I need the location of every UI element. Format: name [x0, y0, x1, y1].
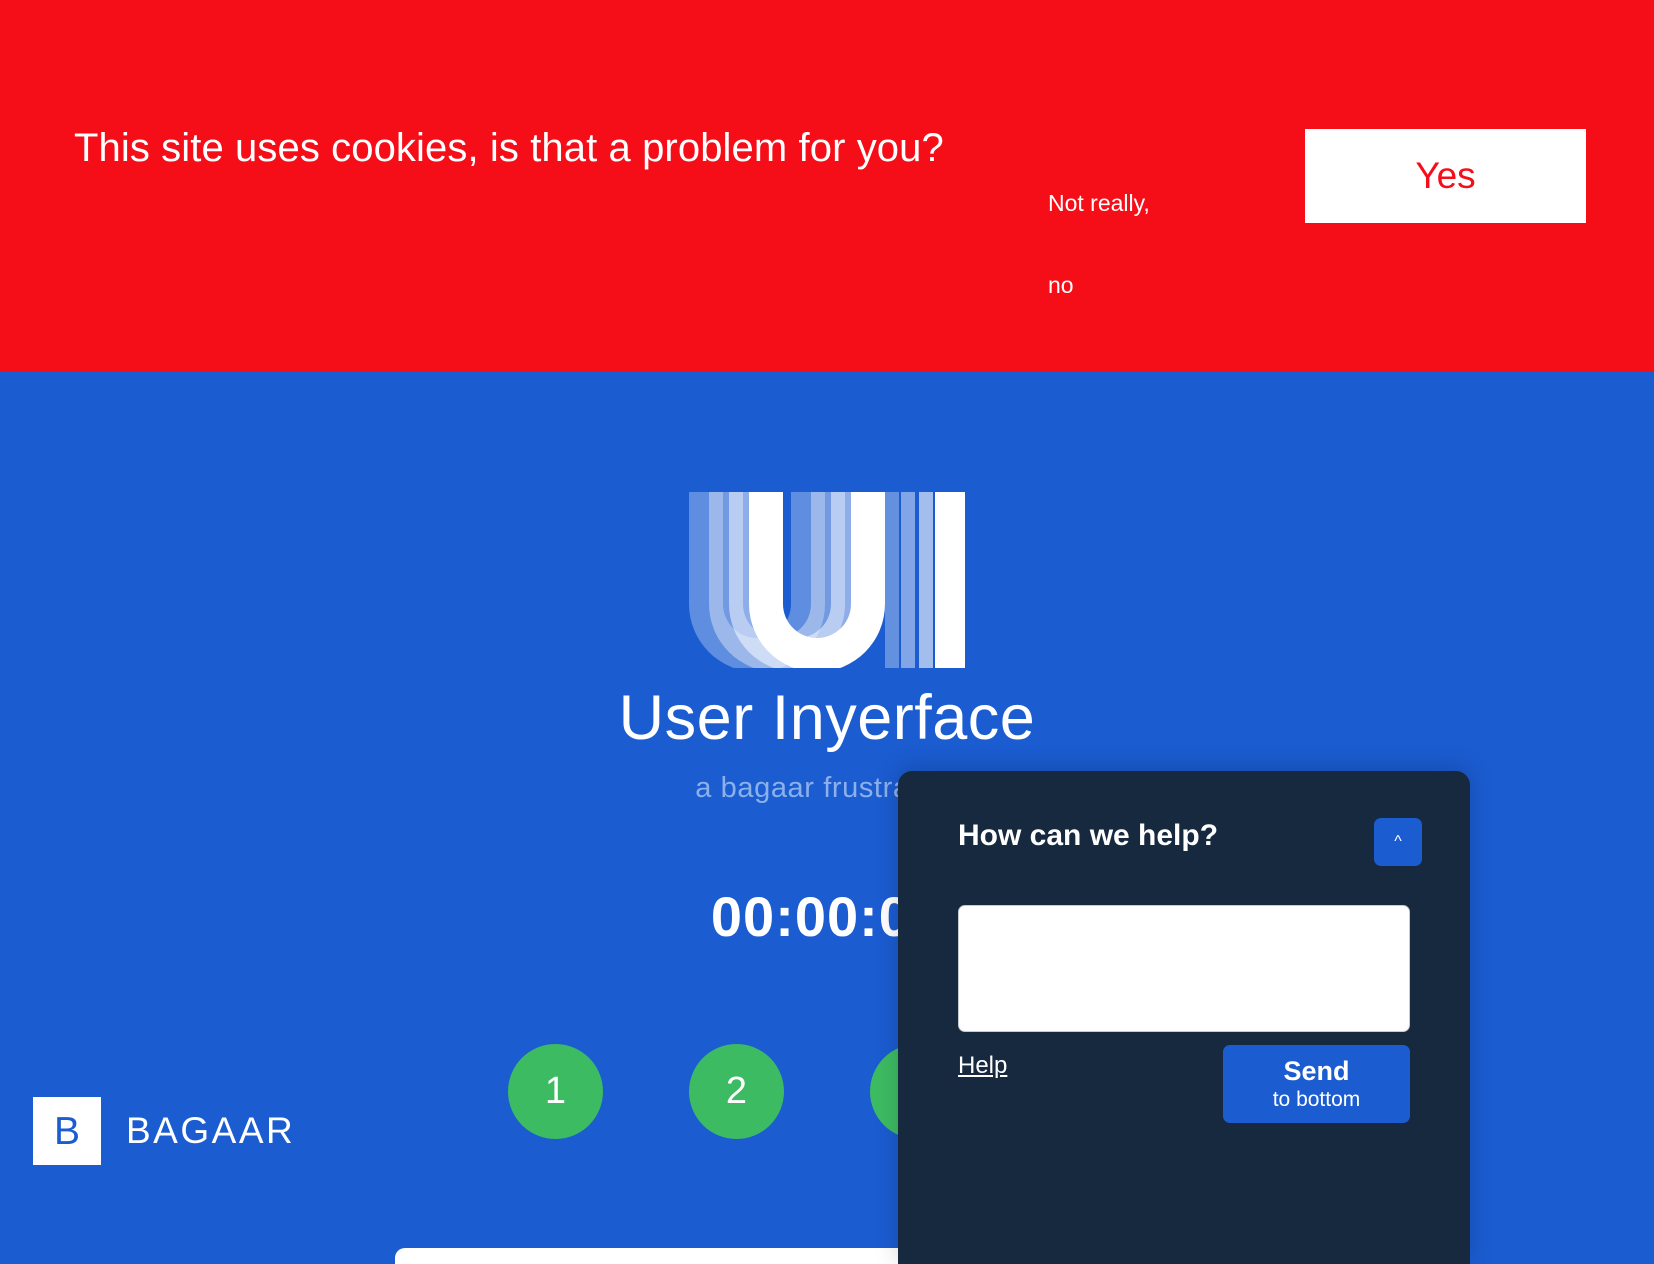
- page-root: This site uses cookies, is that a proble…: [0, 0, 1654, 1264]
- chat-widget-title: How can we help?: [958, 819, 1219, 852]
- chevron-up-icon[interactable]: ^: [1374, 818, 1422, 866]
- chat-help-link[interactable]: Help: [958, 1052, 1007, 1080]
- cookie-decline-link[interactable]: Not really, no: [1048, 162, 1228, 326]
- page-title: User Inyerface: [618, 683, 1036, 753]
- chat-widget-header: How can we help? ^: [898, 771, 1470, 891]
- chat-message-input[interactable]: [958, 905, 1410, 1032]
- bagaar-logo[interactable]: B BAGAAR: [33, 1097, 295, 1165]
- ui-logo-icon: [689, 492, 965, 668]
- bagaar-mark-icon: B: [33, 1097, 101, 1165]
- chat-send-label: Send: [1283, 1055, 1350, 1086]
- cookie-decline-line-1: Not really,: [1048, 190, 1150, 216]
- cookie-question-text: This site uses cookies, is that a proble…: [74, 126, 944, 170]
- cookie-decline-line-2: no: [1048, 272, 1074, 298]
- cookie-accept-button[interactable]: Yes: [1305, 129, 1586, 223]
- chat-send-button[interactable]: Send to bottom: [1223, 1045, 1410, 1123]
- step-circle-2[interactable]: 2: [689, 1044, 784, 1139]
- cookie-consent-bar: This site uses cookies, is that a proble…: [0, 0, 1654, 372]
- step-circle-1[interactable]: 1: [508, 1044, 603, 1139]
- chat-send-sublabel: to bottom: [1272, 1088, 1361, 1112]
- bagaar-wordmark: BAGAAR: [126, 1110, 296, 1151]
- chat-widget: How can we help? ^ Help Send to bottom: [898, 771, 1470, 1264]
